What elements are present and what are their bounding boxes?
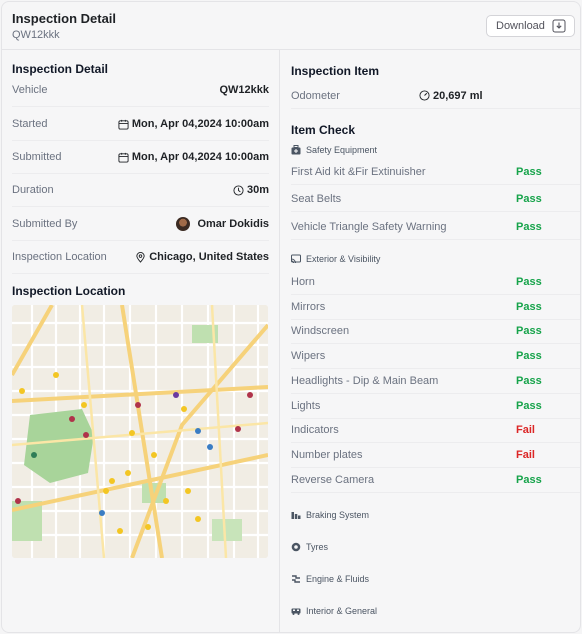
check-item: Number plates Fail bbox=[291, 443, 580, 468]
section-title-inspection-location: Inspection Location bbox=[12, 284, 126, 298]
category-safety-equipment[interactable]: Safety Equipment bbox=[291, 145, 377, 155]
check-item: Windscreen Pass bbox=[291, 319, 580, 344]
page-subtitle: QW12kkk bbox=[12, 29, 60, 41]
detail-row-submitted: Submitted Mon, Apr 04,2024 10:00am bbox=[12, 141, 269, 174]
check-result: Fail bbox=[516, 449, 535, 461]
detail-label: Duration bbox=[12, 184, 54, 196]
odometer-label: Odometer bbox=[291, 89, 340, 102]
download-label: Download bbox=[496, 20, 545, 32]
page-header: Inspection Detail QW12kkk Download bbox=[2, 2, 580, 50]
check-result: Pass bbox=[516, 350, 542, 362]
check-item-label: Vehicle Triangle Safety Warning bbox=[291, 221, 447, 233]
category-label: Braking System bbox=[306, 510, 370, 520]
check-item: Lights Pass bbox=[291, 394, 580, 419]
tyre-icon bbox=[291, 542, 301, 552]
page-title: Inspection Detail bbox=[12, 11, 117, 26]
gauge-icon bbox=[419, 90, 430, 101]
check-item-label: Number plates bbox=[291, 449, 363, 461]
inspection-location-map[interactable] bbox=[12, 305, 268, 558]
detail-label: Submitted By bbox=[12, 218, 78, 230]
download-icon bbox=[552, 19, 566, 33]
check-item-label: Headlights - Dip & Main Beam bbox=[291, 375, 439, 387]
check-item-label: Lights bbox=[291, 400, 321, 412]
detail-row-vehicle: Vehicle QW12kkk bbox=[12, 74, 269, 107]
check-result: Pass bbox=[516, 276, 542, 288]
check-item: Horn Pass bbox=[291, 270, 580, 295]
detail-value: Mon, Apr 04,2024 10:00am bbox=[131, 118, 269, 130]
check-item-label: Seat Belts bbox=[291, 193, 342, 205]
detail-value: 30m bbox=[246, 184, 269, 196]
avatar bbox=[176, 217, 191, 231]
first-aid-icon bbox=[291, 145, 301, 155]
category-braking-system[interactable]: Braking System bbox=[291, 510, 369, 520]
car-interior-icon bbox=[291, 608, 301, 615]
category-interior-general[interactable]: Interior & General bbox=[291, 606, 377, 616]
download-button[interactable]: Download bbox=[486, 15, 575, 37]
check-item: Seat Belts Pass bbox=[291, 187, 580, 212]
category-label: Engine & Fluids bbox=[306, 574, 370, 584]
calendar-icon bbox=[118, 119, 129, 130]
section-title-inspection-item: Inspection Item bbox=[291, 64, 380, 78]
category-engine-fluids[interactable]: Engine & Fluids bbox=[291, 574, 369, 584]
detail-row-submitted-by: Submitted By Omar Dokidis bbox=[12, 208, 269, 241]
category-label: Tyres bbox=[306, 542, 329, 552]
cast-icon bbox=[291, 254, 301, 264]
check-item-label: Horn bbox=[291, 276, 315, 288]
check-item-label: Indicators bbox=[291, 424, 339, 436]
detail-value: Mon, Apr 04,2024 10:00am bbox=[131, 151, 269, 163]
check-result: Pass bbox=[516, 221, 542, 233]
inspection-item-panel: Inspection Item Odometer 20,697 ml Item … bbox=[281, 50, 580, 632]
check-result: Pass bbox=[516, 166, 542, 178]
brake-icon bbox=[291, 512, 301, 519]
check-item-label: Wipers bbox=[291, 350, 326, 362]
check-result: Pass bbox=[516, 474, 542, 486]
odometer-row: Odometer 20,697 ml bbox=[291, 83, 580, 109]
location-pin-icon bbox=[136, 251, 145, 263]
detail-label: Inspection Location bbox=[12, 251, 107, 263]
check-item: Vehicle Triangle Safety Warning Pass bbox=[291, 215, 580, 240]
detail-row-started: Started Mon, Apr 04,2024 10:00am bbox=[12, 108, 269, 141]
section-title-item-check: Item Check bbox=[291, 123, 356, 137]
category-tyres[interactable]: Tyres bbox=[291, 542, 328, 552]
check-result: Fail bbox=[516, 424, 535, 436]
detail-label: Submitted bbox=[12, 151, 62, 163]
detail-value: Chicago, United States bbox=[149, 251, 269, 263]
detail-value: QW12kkk bbox=[219, 84, 269, 96]
check-result: Pass bbox=[516, 400, 542, 412]
detail-label: Started bbox=[12, 118, 48, 130]
detail-value: Omar Dokidis bbox=[197, 218, 269, 230]
odometer-value: 20,697 ml bbox=[433, 89, 483, 102]
check-item: First Aid kit &Fir Extinuisher Pass bbox=[291, 160, 580, 185]
detail-row-duration: Duration 30m bbox=[12, 174, 269, 207]
inspection-detail-card: Inspection Detail QW12kkk Download Inspe… bbox=[1, 1, 581, 633]
detail-label: Vehicle bbox=[12, 84, 48, 96]
check-item-label: Mirrors bbox=[291, 301, 326, 313]
detail-row-location: Inspection Location Chicago, United Stat… bbox=[12, 241, 269, 274]
inspection-detail-panel: Inspection Detail Vehicle QW12kkk Starte… bbox=[2, 50, 280, 632]
category-exterior-visibility[interactable]: Exterior & Visibility bbox=[291, 254, 380, 264]
map-image bbox=[12, 305, 268, 558]
check-item: Indicators Fail bbox=[291, 418, 580, 443]
check-item: Mirrors Pass bbox=[291, 295, 580, 320]
check-item: Headlights - Dip & Main Beam Pass bbox=[291, 369, 580, 394]
check-item: Wipers Pass bbox=[291, 344, 580, 369]
check-item: Reverse Camera Pass bbox=[291, 468, 580, 493]
category-label: Exterior & Visibility bbox=[306, 254, 381, 264]
clock-icon bbox=[233, 184, 244, 196]
check-item-label: First Aid kit &Fir Extinuisher bbox=[291, 166, 426, 178]
category-label: Interior & General bbox=[306, 606, 378, 616]
check-result: Pass bbox=[516, 301, 542, 313]
check-result: Pass bbox=[516, 193, 542, 205]
check-result: Pass bbox=[516, 375, 542, 387]
engine-icon bbox=[292, 575, 300, 583]
calendar-icon bbox=[118, 152, 129, 163]
check-item-label: Reverse Camera bbox=[291, 474, 375, 486]
check-result: Pass bbox=[516, 325, 542, 337]
category-label: Safety Equipment bbox=[306, 145, 378, 155]
check-item-label: Windscreen bbox=[291, 325, 350, 337]
